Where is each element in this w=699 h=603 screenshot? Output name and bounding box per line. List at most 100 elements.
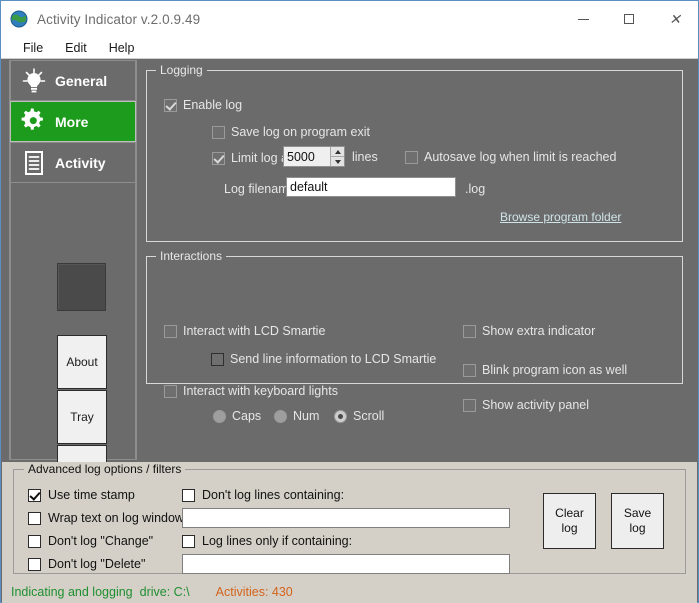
checkbox-box bbox=[164, 98, 177, 112]
spinner-down-button[interactable] bbox=[331, 157, 344, 166]
browse-program-folder-link[interactable]: Browse program folder bbox=[500, 210, 621, 224]
save-log-on-exit-checkbox[interactable]: Save log on program exit bbox=[212, 125, 370, 139]
log-filename-input[interactable] bbox=[286, 177, 456, 197]
menu-item-edit[interactable]: Edit bbox=[55, 39, 97, 57]
checkbox-box bbox=[463, 398, 476, 412]
radio-caps[interactable]: Caps bbox=[213, 409, 261, 423]
radio-dot bbox=[213, 409, 226, 423]
advanced-log-options-group: Advanced log options / filters Use time … bbox=[13, 462, 686, 574]
main-content: General More Activity About Tray Logging… bbox=[1, 60, 698, 499]
wrap-text-label: Wrap text on log window bbox=[48, 511, 184, 525]
checkbox-box bbox=[182, 488, 195, 502]
minimize-button[interactable] bbox=[560, 1, 606, 37]
application-window: Activity Indicator v.2.0.9.49 ✕ File Edi… bbox=[0, 0, 699, 603]
exclude-filter-label: Don't log lines containing: bbox=[202, 488, 345, 502]
menu-bar: File Edit Help bbox=[1, 37, 698, 59]
radio-scroll-label: Scroll bbox=[353, 409, 385, 423]
sidebar-item-general[interactable]: General bbox=[10, 60, 136, 101]
checkbox-box bbox=[164, 324, 177, 338]
close-button[interactable]: ✕ bbox=[652, 1, 698, 37]
save-log-on-exit-label: Save log on program exit bbox=[231, 125, 370, 139]
limit-log-checkbox[interactable]: Limit log at bbox=[212, 151, 291, 165]
spinner-arrows[interactable] bbox=[330, 147, 344, 166]
exclude-filter-checkbox[interactable]: Don't log lines containing: bbox=[182, 488, 344, 502]
sidebar: General More Activity About Tray bbox=[9, 60, 137, 499]
dont-log-change-checkbox[interactable]: Don't log "Change" bbox=[28, 534, 153, 548]
send-line-info-checkbox[interactable]: Send line information to LCD Smartie bbox=[211, 352, 436, 366]
limit-log-spinner[interactable] bbox=[283, 146, 345, 167]
checkbox-box bbox=[463, 324, 476, 338]
autosave-log-label: Autosave log when limit is reached bbox=[424, 150, 617, 164]
sidebar-item-activity[interactable]: Activity bbox=[10, 142, 136, 183]
status-text: Indicating and logging bbox=[11, 585, 133, 599]
clear-log-label-line1: Clear bbox=[555, 506, 584, 520]
about-button[interactable]: About bbox=[57, 335, 107, 389]
include-filter-checkbox[interactable]: Log lines only if containing: bbox=[182, 534, 352, 548]
sidebar-item-more[interactable]: More bbox=[10, 101, 136, 142]
title-bar: Activity Indicator v.2.0.9.49 ✕ bbox=[1, 1, 698, 37]
list-document-icon bbox=[17, 148, 51, 178]
radio-dot bbox=[274, 409, 287, 423]
logging-group-legend: Logging bbox=[156, 63, 207, 77]
use-time-stamp-checkbox[interactable]: Use time stamp bbox=[28, 488, 135, 502]
send-line-info-label: Send line information to LCD Smartie bbox=[230, 352, 437, 366]
exclude-filter-input[interactable] bbox=[182, 508, 510, 528]
enable-log-label: Enable log bbox=[183, 98, 243, 112]
radio-num[interactable]: Num bbox=[274, 409, 319, 423]
checkbox-box bbox=[212, 151, 225, 165]
maximize-icon bbox=[624, 14, 634, 24]
dont-log-delete-checkbox[interactable]: Don't log "Delete" bbox=[28, 557, 145, 571]
radio-dot bbox=[334, 409, 347, 423]
save-log-label-line1: Save bbox=[623, 506, 652, 520]
dont-log-change-label: Don't log "Change" bbox=[48, 534, 154, 548]
checkbox-box bbox=[182, 534, 195, 548]
save-log-label-line2: log bbox=[629, 521, 646, 535]
status-drive-text: drive: C:\ bbox=[139, 585, 190, 599]
window-title: Activity Indicator v.2.0.9.49 bbox=[37, 11, 201, 27]
clear-log-label-line2: log bbox=[561, 521, 578, 535]
checkbox-box bbox=[28, 534, 41, 548]
radio-caps-label: Caps bbox=[232, 409, 262, 423]
triangle-up-icon bbox=[334, 149, 341, 154]
show-activity-panel-checkbox[interactable]: Show activity panel bbox=[463, 398, 589, 412]
close-icon: ✕ bbox=[669, 11, 681, 27]
autosave-log-checkbox[interactable]: Autosave log when limit is reached bbox=[405, 150, 616, 164]
globe-icon bbox=[10, 10, 28, 28]
logging-group: Logging Enable log Save log on program e… bbox=[146, 63, 683, 242]
checkbox-box bbox=[28, 488, 41, 502]
lightbulb-icon bbox=[17, 66, 51, 96]
maximize-button[interactable] bbox=[606, 1, 652, 37]
show-extra-indicator-checkbox[interactable]: Show extra indicator bbox=[463, 324, 595, 338]
minimize-icon bbox=[577, 18, 589, 20]
clear-log-button[interactable]: Clear log bbox=[543, 493, 596, 549]
status-activities-count: Activities: 430 bbox=[215, 585, 293, 599]
enable-log-checkbox[interactable]: Enable log bbox=[164, 98, 242, 112]
show-activity-panel-label: Show activity panel bbox=[482, 398, 590, 412]
triangle-down-icon bbox=[334, 159, 341, 164]
checkbox-box bbox=[212, 125, 225, 139]
advanced-group-legend: Advanced log options / filters bbox=[24, 462, 186, 476]
checkbox-box bbox=[463, 363, 476, 377]
indicator-preview-swatch[interactable] bbox=[57, 263, 106, 311]
interact-lcd-smartie-checkbox[interactable]: Interact with LCD Smartie bbox=[164, 324, 325, 338]
gear-icon bbox=[17, 107, 51, 137]
spinner-up-button[interactable] bbox=[331, 147, 344, 157]
tray-button[interactable]: Tray bbox=[57, 390, 107, 444]
radio-scroll[interactable]: Scroll bbox=[334, 409, 384, 423]
interact-keyboard-lights-checkbox[interactable]: Interact with keyboard lights bbox=[164, 384, 338, 398]
limit-log-input[interactable] bbox=[284, 147, 330, 166]
menu-item-file[interactable]: File bbox=[13, 39, 53, 57]
status-bar: Indicating and logging drive: C:\ Activi… bbox=[2, 581, 697, 603]
include-filter-label: Log lines only if containing: bbox=[202, 534, 353, 548]
include-filter-input[interactable] bbox=[182, 554, 510, 574]
advanced-options-panel: Advanced log options / filters Use time … bbox=[2, 462, 697, 581]
wrap-text-checkbox[interactable]: Wrap text on log window bbox=[28, 511, 184, 525]
menu-item-help[interactable]: Help bbox=[99, 39, 145, 57]
window-controls: ✕ bbox=[560, 1, 698, 37]
interactions-group-legend: Interactions bbox=[156, 249, 227, 263]
dont-log-delete-label: Don't log "Delete" bbox=[48, 557, 146, 571]
blink-program-icon-checkbox[interactable]: Blink program icon as well bbox=[463, 363, 627, 377]
save-log-button[interactable]: Save log bbox=[611, 493, 664, 549]
use-time-stamp-label: Use time stamp bbox=[48, 488, 135, 502]
radio-num-label: Num bbox=[293, 409, 320, 423]
